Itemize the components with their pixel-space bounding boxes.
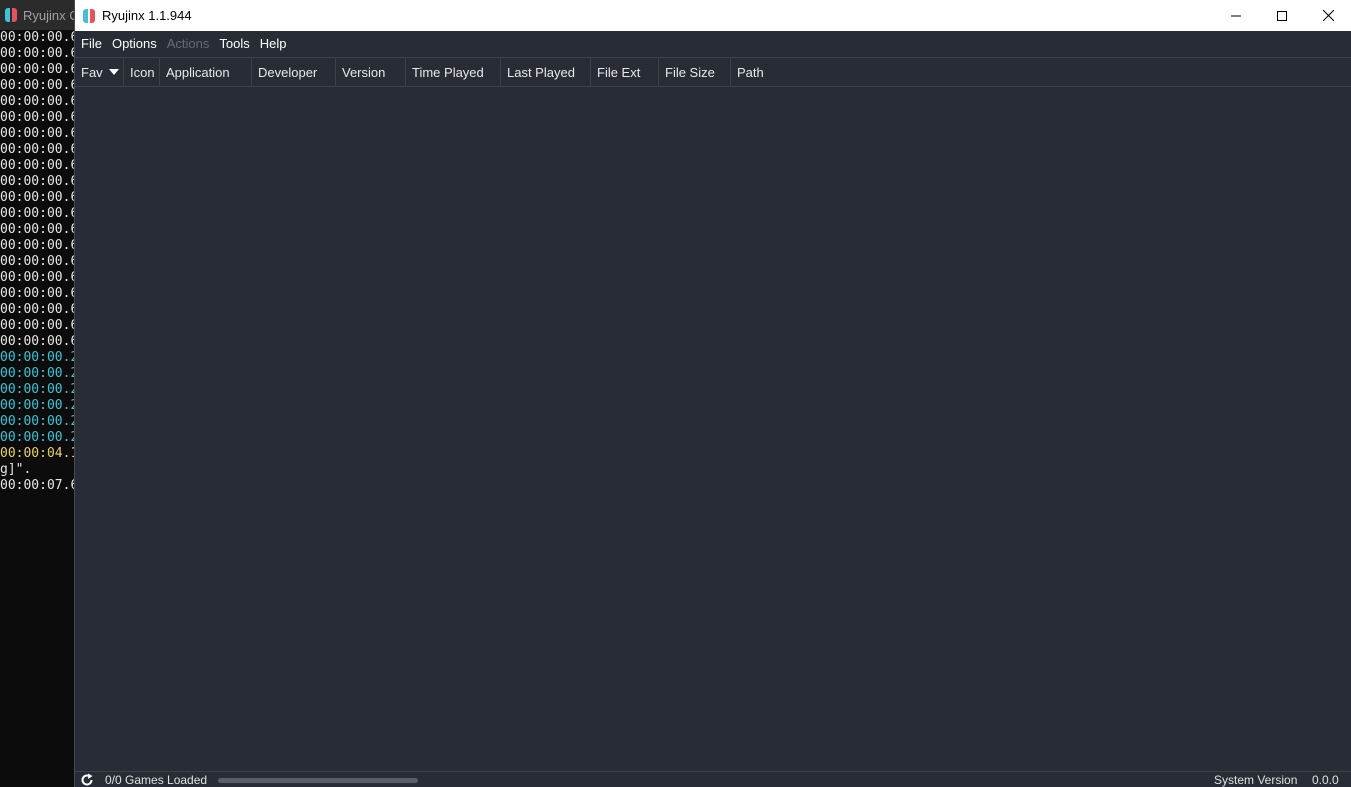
console-line: 00:00:00.6: [0, 78, 75, 93]
console-line: 00:00:00.6: [0, 302, 75, 317]
window-titlebar[interactable]: Ryujinx 1.1.944: [75, 0, 1351, 31]
console-line: 00:00:00.6: [0, 174, 75, 189]
games-loaded-text: 0/0 Games Loaded: [105, 773, 208, 787]
column-header-last-played[interactable]: Last Played: [501, 58, 591, 86]
column-label: File Ext: [597, 64, 641, 80]
column-header-developer[interactable]: Developer: [252, 58, 336, 86]
system-version-label: System Version: [1214, 773, 1298, 787]
column-header-path[interactable]: Path: [731, 58, 851, 86]
console-line: 00:00:00.6: [0, 94, 75, 109]
ryujinx-logo-icon: [5, 8, 17, 22]
menu-bar: File Options Actions Tools Help: [75, 31, 1351, 57]
console-titlebar[interactable]: Ryujinx C: [0, 0, 75, 30]
console-line: 00:00:00.6: [0, 270, 75, 285]
console-line: 00:00:00.6: [0, 158, 75, 173]
column-header-time-played[interactable]: Time Played: [406, 58, 501, 86]
column-header-application[interactable]: Application: [160, 58, 252, 86]
window-title: Ryujinx 1.1.944: [102, 8, 192, 23]
column-label: Version: [342, 64, 386, 80]
game-list-header: Fav Icon Application Developer Version T…: [75, 57, 1351, 87]
menu-file[interactable]: File: [77, 31, 106, 57]
column-header-file-ext[interactable]: File Ext: [591, 58, 659, 86]
minimize-button[interactable]: [1213, 0, 1259, 31]
console-line: 00:00:00.6: [0, 318, 75, 333]
column-label: Icon: [130, 64, 155, 80]
console-log: 00:00:00.6 00:00:00.6 00:00:00.6 00:00:00.6…: [0, 30, 75, 494]
loading-progress-bar: [218, 778, 418, 783]
column-header-fav[interactable]: Fav: [75, 58, 124, 86]
console-title: Ryujinx C: [23, 7, 75, 23]
console-line: 00:00:00.6: [0, 190, 75, 205]
console-line: 00:00:00.6: [0, 126, 75, 141]
column-label: Developer: [258, 64, 318, 80]
console-line: 00:00:00.6: [0, 142, 75, 157]
console-line: 00:00:00.2: [0, 398, 75, 413]
console-window: Ryujinx C 00:00:00.6 00:00:00.6 00:00:00.6…: [0, 0, 75, 787]
console-line: 00:00:00.2: [0, 414, 75, 429]
console-line: 00:00:07.6: [0, 478, 75, 493]
console-line: 00:00:00.6: [0, 222, 75, 237]
console-line: 00:00:00.2: [0, 366, 75, 381]
column-header-file-size[interactable]: File Size: [659, 58, 731, 86]
console-line: 00:00:00.6: [0, 110, 75, 125]
column-label: File Size: [665, 64, 715, 80]
column-label: Last Played: [507, 64, 575, 80]
console-line: 00:00:00.2: [0, 430, 75, 445]
close-icon: [1322, 10, 1334, 21]
console-line: 00:00:00.6: [0, 286, 75, 301]
ryujinx-logo-icon: [83, 8, 95, 23]
main-window: Ryujinx 1.1.944 File Options Actions Too…: [74, 0, 1351, 787]
console-line: g]".: [0, 462, 32, 477]
close-button[interactable]: [1305, 0, 1351, 31]
column-label: Fav: [81, 64, 103, 80]
minimize-icon: [1231, 15, 1241, 16]
console-line: 00:00:04.1: [0, 446, 75, 461]
maximize-button[interactable]: [1259, 0, 1305, 31]
column-label: Application: [166, 64, 230, 80]
console-line: 00:00:00.6: [0, 30, 75, 45]
menu-tools[interactable]: Tools: [215, 31, 253, 57]
sort-descending-icon: [108, 69, 119, 75]
column-label: Time Played: [412, 64, 484, 80]
maximize-icon: [1277, 10, 1287, 21]
console-line: 00:00:00.6: [0, 62, 75, 77]
column-header-version[interactable]: Version: [336, 58, 406, 86]
console-line: 00:00:00.2: [0, 382, 75, 397]
menu-options[interactable]: Options: [108, 31, 161, 57]
console-line: 00:00:00.6: [0, 206, 75, 221]
console-line: 00:00:00.6: [0, 46, 75, 61]
status-bar: 0/0 Games Loaded System Version 0.0.0: [75, 771, 1351, 787]
refresh-icon[interactable]: [80, 773, 94, 787]
column-header-icon[interactable]: Icon: [124, 58, 160, 86]
column-label: Path: [737, 64, 764, 80]
console-line: 00:00:00.6: [0, 254, 75, 269]
menu-actions: Actions: [166, 36, 210, 51]
console-line: 00:00:00.6: [0, 238, 75, 253]
console-line: 00:00:00.2: [0, 350, 75, 365]
console-line: 00:00:00.6: [0, 334, 75, 349]
menu-help[interactable]: Help: [256, 31, 291, 57]
system-version-value: 0.0.0: [1312, 773, 1339, 787]
game-list[interactable]: [75, 87, 1351, 771]
